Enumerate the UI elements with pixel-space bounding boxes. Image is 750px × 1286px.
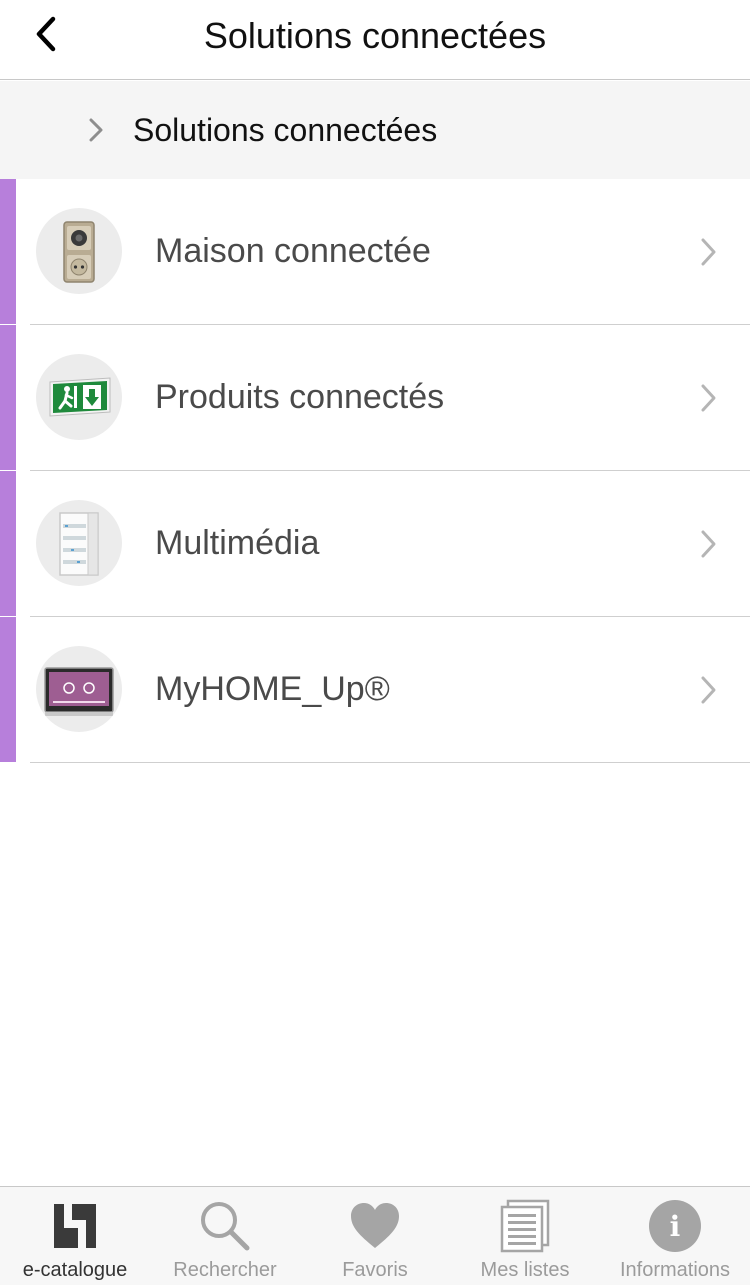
chevron-right-icon xyxy=(86,117,106,148)
list-item-label: Produits connectés xyxy=(155,378,445,416)
tab-bar: e-catalogue Rechercher Favoris Mes liste… xyxy=(0,1186,750,1285)
tab-rechercher[interactable]: Rechercher xyxy=(150,1187,300,1286)
svg-text:i: i xyxy=(670,1210,681,1243)
chevron-right-icon xyxy=(699,675,719,710)
page-title: Solutions connectées xyxy=(203,15,547,56)
breadcrumb-item[interactable]: Solutions connectées xyxy=(133,81,437,179)
tab-label: Mes listes xyxy=(480,1259,570,1281)
tab-mes-listes[interactable]: Mes listes xyxy=(450,1187,600,1286)
tab-label: Informations xyxy=(619,1259,731,1281)
tab-label: Rechercher xyxy=(173,1259,277,1281)
list-item-label: Maison connectée xyxy=(155,232,431,270)
category-accent-bar xyxy=(0,179,16,324)
electrical-cabinet-icon xyxy=(36,500,122,586)
emergency-exit-sign-icon xyxy=(36,354,122,440)
category-list: Maison connectée Produits connectés Mult… xyxy=(0,179,750,763)
tab-label: e-catalogue xyxy=(22,1259,128,1281)
chevron-right-icon xyxy=(699,529,719,564)
info-icon: i xyxy=(600,1199,750,1253)
tab-favoris[interactable]: Favoris xyxy=(300,1187,450,1286)
chevron-right-icon xyxy=(699,237,719,272)
list-item-multimedia[interactable]: Multimédia xyxy=(0,471,750,617)
search-icon xyxy=(150,1199,300,1253)
wall-switch-outlet-icon xyxy=(36,208,122,294)
breadcrumb: Solutions connectées xyxy=(0,81,750,179)
tab-informations[interactable]: i Informations xyxy=(600,1187,750,1286)
category-accent-bar xyxy=(0,471,16,616)
category-accent-bar xyxy=(0,617,16,762)
category-accent-bar xyxy=(0,325,16,470)
list-document-icon xyxy=(450,1199,600,1253)
tab-e-catalogue[interactable]: e-catalogue xyxy=(0,1187,150,1286)
navigation-bar: Solutions connectées xyxy=(0,0,750,80)
list-item-maison-connectee[interactable]: Maison connectée xyxy=(0,179,750,325)
list-item-produits-connectes[interactable]: Produits connectés xyxy=(0,325,750,471)
chevron-right-icon xyxy=(699,383,719,418)
list-item-myhome-up[interactable]: MyHOME_Up® xyxy=(0,617,750,763)
row-separator xyxy=(30,762,750,763)
list-item-label: Multimédia xyxy=(155,524,320,562)
heart-icon xyxy=(300,1199,450,1253)
touch-screen-panel-icon xyxy=(36,646,122,732)
list-item-label: MyHOME_Up® xyxy=(155,670,390,708)
tab-label: Favoris xyxy=(342,1259,408,1281)
e-catalogue-icon xyxy=(0,1199,150,1253)
